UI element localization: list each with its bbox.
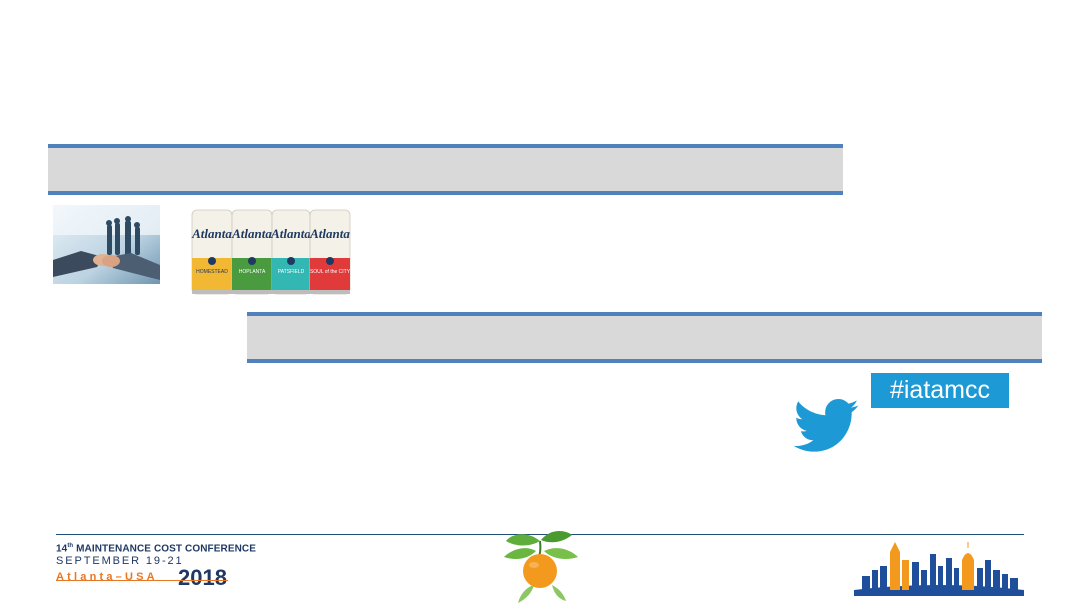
atlanta-brewing-cans-photo: Atlanta HOMESTEAD Atlanta HOPLANTA Atlan… <box>190 206 352 298</box>
svg-text:HOPLANTA: HOPLANTA <box>239 269 266 275</box>
handshake-photo <box>53 205 160 284</box>
svg-text:Atlanta: Atlanta <box>270 226 311 241</box>
svg-text:Atlanta: Atlanta <box>231 226 272 241</box>
conference-year: 2018 <box>178 565 227 591</box>
twitter-bird-icon[interactable] <box>793 399 859 453</box>
conference-underline <box>56 580 228 581</box>
atlanta-skyline-icon <box>852 540 1026 596</box>
svg-text:PATSFIELD: PATSFIELD <box>278 269 305 275</box>
title-band-bottom <box>247 312 1042 363</box>
conference-city: Atlanta–USA <box>56 571 158 584</box>
svg-text:HOMESTEAD: HOMESTEAD <box>196 269 228 275</box>
svg-text:Atlanta: Atlanta <box>309 226 350 241</box>
peach-icon <box>500 527 582 603</box>
svg-text:Atlanta: Atlanta <box>191 226 232 241</box>
title-band-top <box>48 144 843 195</box>
conference-title: 14th MAINTENANCE COST CONFERENCE <box>56 543 257 555</box>
hashtag-badge[interactable]: #iatamcc <box>871 373 1009 408</box>
svg-text:SOUL of the CITY: SOUL of the CITY <box>310 269 351 275</box>
conference-logo: 14th MAINTENANCE COST CONFERENCE SEPTEMB… <box>56 543 257 591</box>
